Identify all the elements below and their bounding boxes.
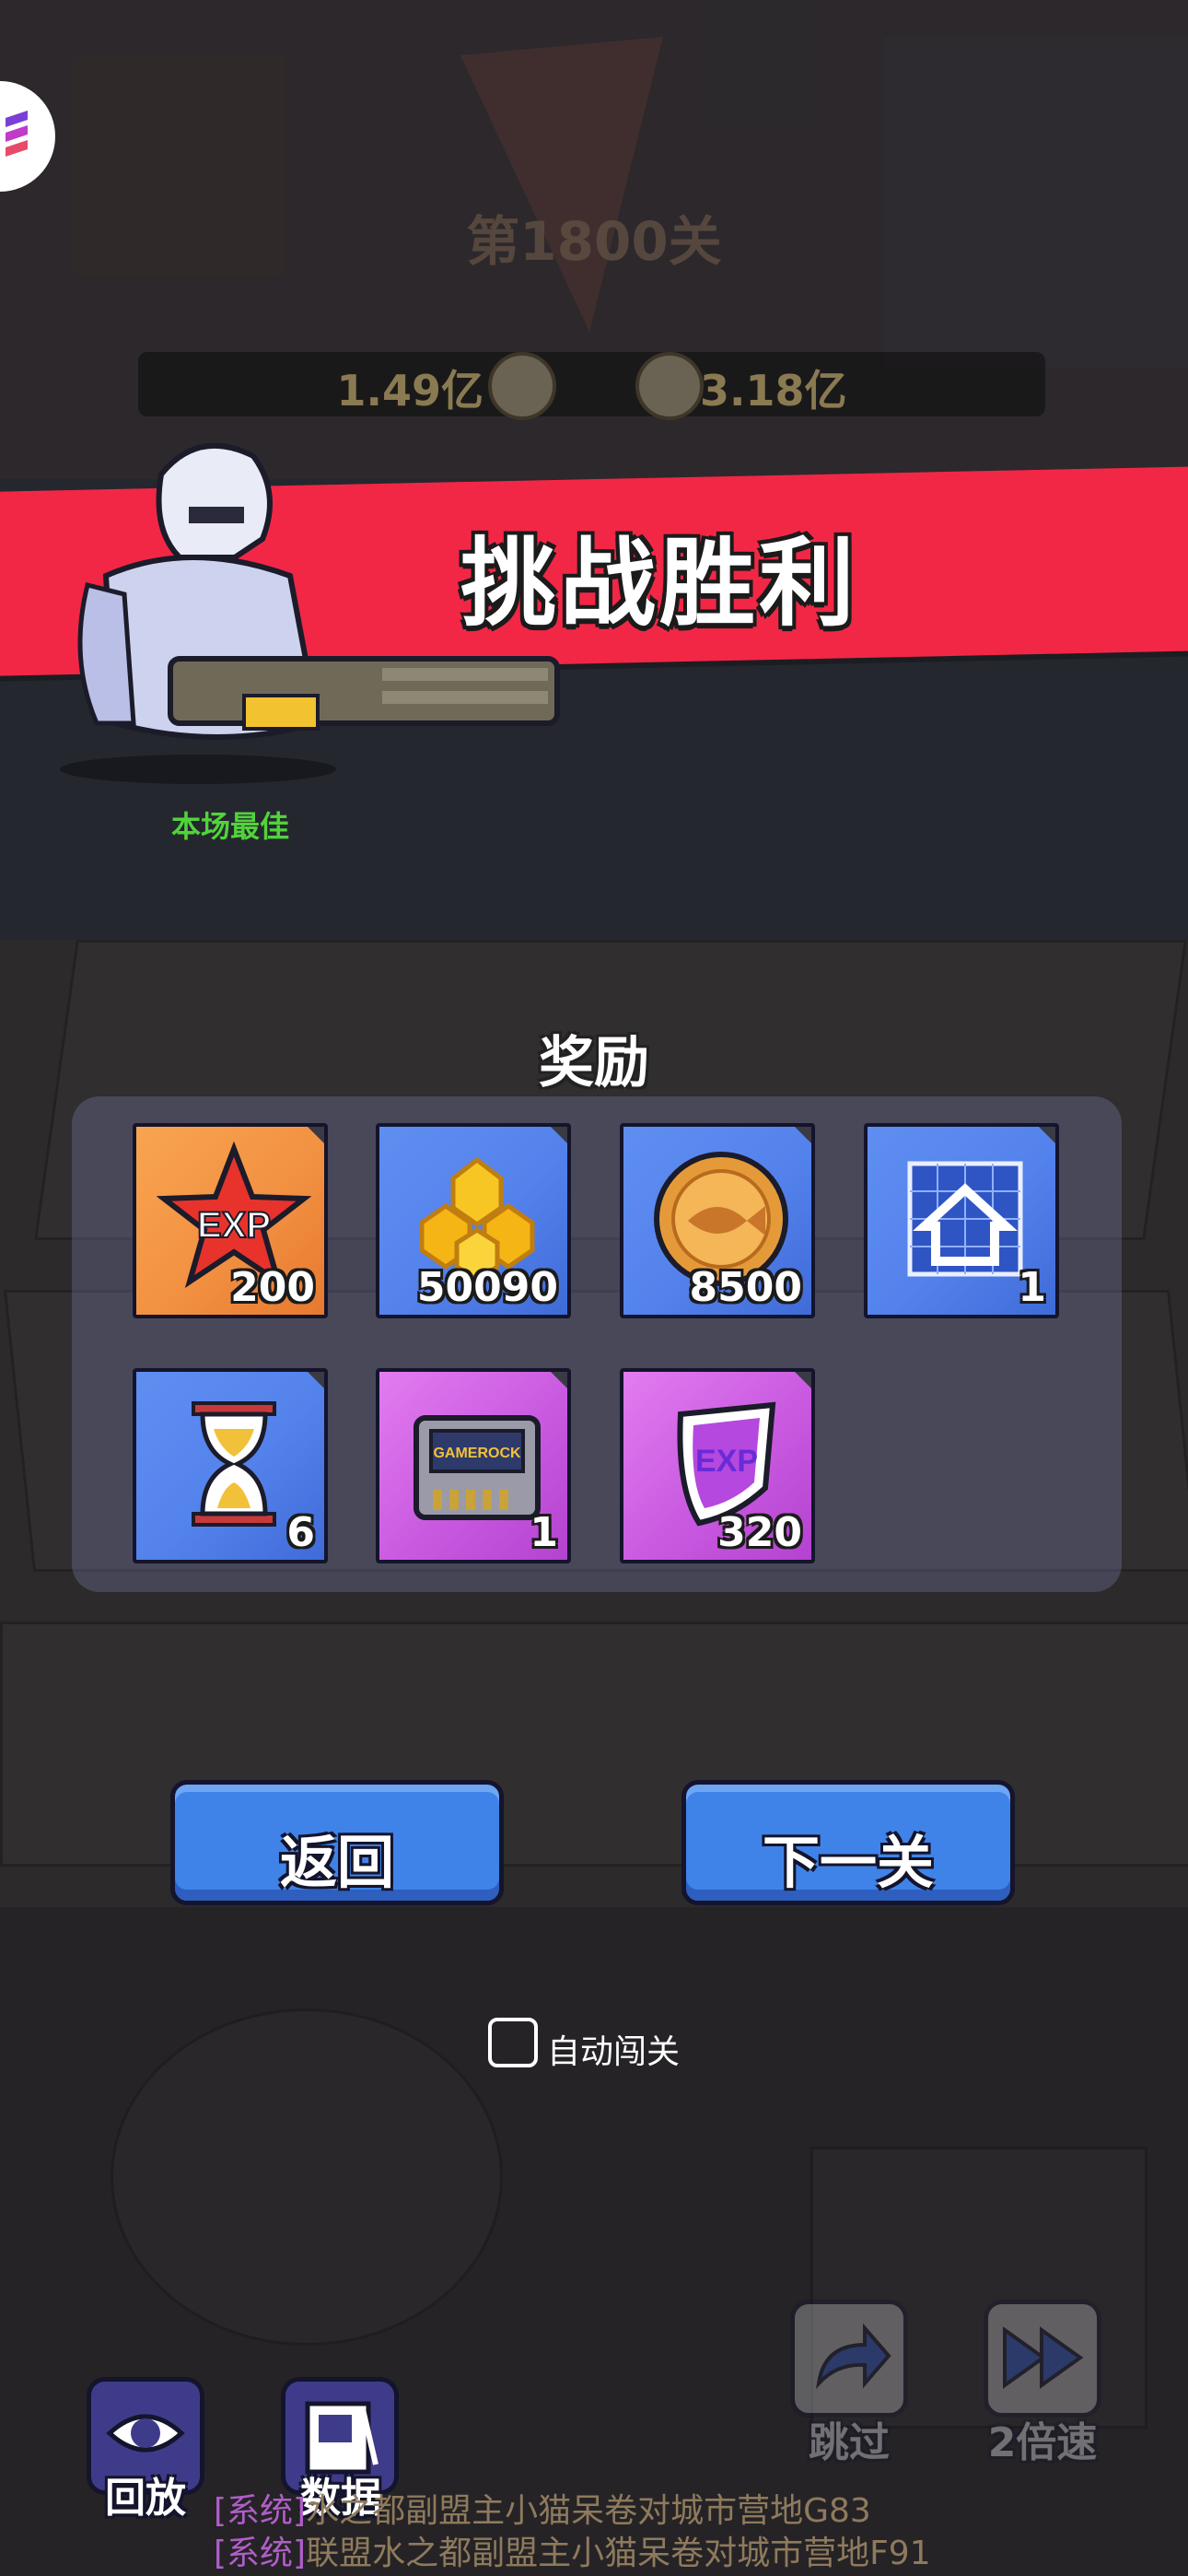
player-power: 1.49亿 xyxy=(336,366,484,416)
reward-count: 200 xyxy=(230,1264,315,1311)
fast-forward-icon xyxy=(1003,2326,1084,2389)
mvp-hero-avatar xyxy=(60,442,560,784)
auto-challenge-label: 自动闯关 xyxy=(547,2033,681,2071)
speed-button[interactable] xyxy=(984,2300,1101,2418)
rewards-title: 奖励 xyxy=(539,1031,649,1095)
reward-card-exp[interactable]: EXP 200 xyxy=(133,1123,328,1318)
chat-tag: [系统] xyxy=(214,2492,307,2530)
chat-line: [系统]水之都副盟主小猫呆卷对城市营地G83 xyxy=(214,2484,871,2532)
fist-icon xyxy=(635,352,704,420)
svg-text:GAMEROCK: GAMEROCK xyxy=(433,1446,521,1461)
chat-text: 水之都副盟主小猫呆卷对城市营地G83 xyxy=(306,2492,871,2530)
skip-button[interactable] xyxy=(790,2300,908,2418)
auto-challenge-checkbox[interactable] xyxy=(488,2018,538,2067)
reward-count: 50090 xyxy=(416,1264,558,1311)
reward-card-gold-gems[interactable]: 50090 xyxy=(376,1123,571,1318)
svg-text:EXP: EXP xyxy=(695,1444,758,1479)
reward-count: 6 xyxy=(286,1509,315,1556)
next-stage-button[interactable]: 下一关 xyxy=(681,1780,1015,1905)
next-stage-button-label: 下一关 xyxy=(762,1829,934,1896)
reward-card-fish-coin[interactable]: 8500 xyxy=(620,1123,815,1318)
enemy-power: 3.18亿 xyxy=(700,366,847,416)
mvp-label: 本场最佳 xyxy=(170,809,289,844)
back-button-label: 返回 xyxy=(279,1829,394,1896)
skip-arrow-icon xyxy=(816,2323,891,2390)
reward-card-hourglass[interactable]: 6 xyxy=(133,1368,328,1563)
speed-label: 2倍速 xyxy=(987,2419,1098,2466)
reward-count: 8500 xyxy=(689,1264,802,1311)
chat-line: [系统]联盟水之都副盟主小猫呆卷对城市营地F91 xyxy=(214,2526,931,2574)
fist-icon xyxy=(488,352,556,420)
reward-card-exp-shield[interactable]: EXP 320 xyxy=(620,1368,815,1563)
replay-label: 回放 xyxy=(105,2475,186,2522)
stage-title: 第1800关 xyxy=(466,210,722,273)
reward-count: 1 xyxy=(1018,1264,1046,1311)
back-button[interactable]: 返回 xyxy=(170,1780,504,1905)
skip-label: 跳过 xyxy=(809,2419,890,2466)
chat-tag: [系统] xyxy=(214,2535,307,2572)
svg-text:EXP: EXP xyxy=(197,1205,271,1246)
chat-text: 联盟水之都副盟主小猫呆卷对城市营地F91 xyxy=(306,2535,931,2572)
reward-card-cartridge[interactable]: GAMEROCK 1 xyxy=(376,1368,571,1563)
reward-count: 320 xyxy=(717,1509,802,1556)
menu-stripes-icon xyxy=(6,111,28,157)
reward-count: 1 xyxy=(530,1509,558,1556)
reward-card-blueprint[interactable]: 1 xyxy=(864,1123,1059,1318)
